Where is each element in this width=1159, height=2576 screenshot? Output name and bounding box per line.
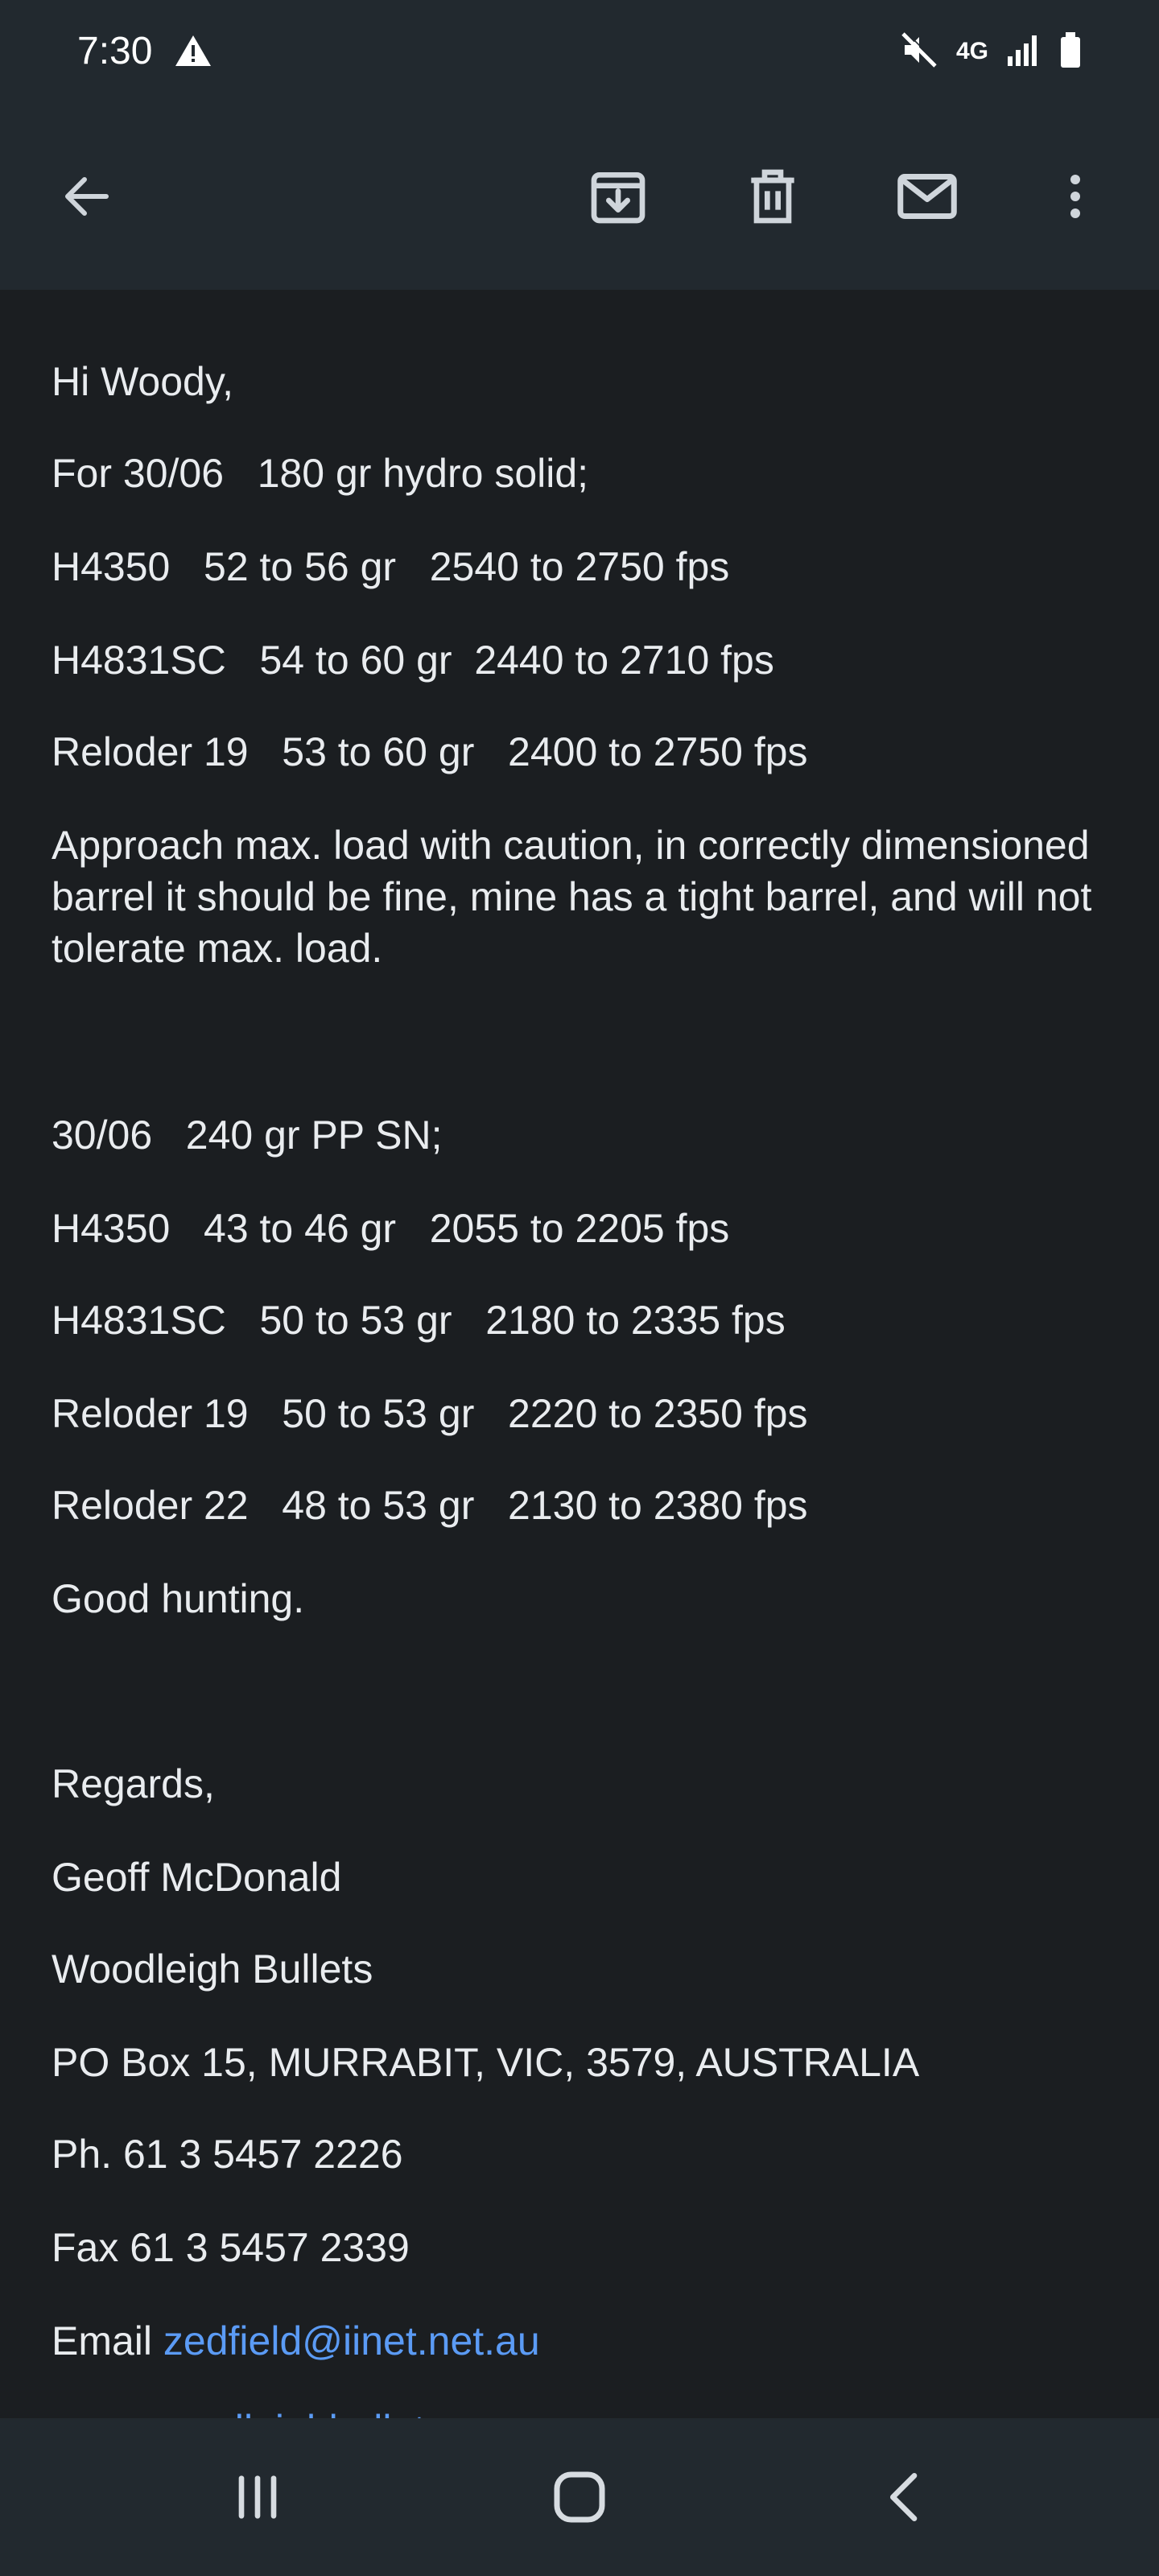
trash-icon [751,169,794,224]
nav-back-button[interactable] [858,2449,955,2545]
load-line: Reloder 22 48 to 53 gr 2130 to 2380 fps [52,1483,808,1528]
status-time: 7:30 [77,30,153,72]
arrow-left-icon [65,177,109,216]
signature-fax: Fax 61 3 5457 2339 [52,2225,410,2270]
greeting: Hi Woody, [52,359,234,404]
home-button[interactable] [531,2449,628,2545]
closing-line: Good hunting. [52,1576,305,1621]
home-icon [554,2471,605,2523]
signature-regards: Regards, [52,1761,215,1806]
status-bar: 7:30 4G [0,0,1159,103]
warning-icon [174,32,212,71]
mute-icon [900,30,938,73]
archive-button[interactable] [573,151,663,242]
load-line: Reloder 19 50 to 53 gr 2220 to 2350 fps [52,1391,808,1436]
more-vert-icon [1070,175,1080,218]
signature-name: Geoff McDonald [52,1855,342,1900]
load-line: H4350 43 to 46 gr 2055 to 2205 fps [52,1206,730,1251]
more-options-button[interactable] [1030,151,1120,242]
email-toolbar [0,103,1159,290]
load-line: H4831SC 54 to 60 gr 2440 to 2710 fps [52,638,774,683]
signature-address: PO Box 15, MURRABIT, VIC, 3579, AUSTRALI… [52,2040,920,2085]
system-navigation-bar [0,2418,1159,2576]
recent-apps-icon [238,2475,277,2519]
signal-icon [1006,32,1041,72]
signature-phone: Ph. 61 3 5457 2226 [52,2132,403,2177]
signature-email: Email zedfield@iinet.net.au [52,2315,540,2367]
caution-paragraph: Approach max. load with caution, in corr… [52,823,1092,971]
battery-icon [1059,31,1082,73]
chevron-left-icon [890,2473,918,2521]
section2-title: 30/06 240 gr PP SN; [52,1113,443,1158]
mark-unread-button[interactable] [882,151,972,242]
load-line: Reloder 19 53 to 60 gr 2400 to 2750 fps [52,729,808,774]
status-icons: 4G [900,29,1082,74]
load-line: H4831SC 50 to 53 gr 2180 to 2335 fps [52,1298,786,1343]
archive-icon [591,172,645,224]
website-link[interactable]: www.woodleighbullets [52,2404,445,2418]
signature-company: Woodleigh Bullets [52,1946,373,1992]
back-button[interactable] [42,151,132,242]
recent-apps-button[interactable] [209,2449,306,2545]
email-link[interactable]: zedfield@iinet.net.au [163,2318,540,2363]
delete-button[interactable] [728,151,818,242]
section1-title: For 30/06 180 gr hydro solid; [52,451,589,496]
network-type-label: 4G [955,38,988,64]
mail-icon [897,174,957,219]
load-line: H4350 52 to 56 gr 2540 to 2750 fps [52,544,730,589]
email-body: Hi Woody, For 30/06 180 gr hydro solid; … [0,290,1159,2418]
signature-email-label: Email [52,2318,163,2363]
